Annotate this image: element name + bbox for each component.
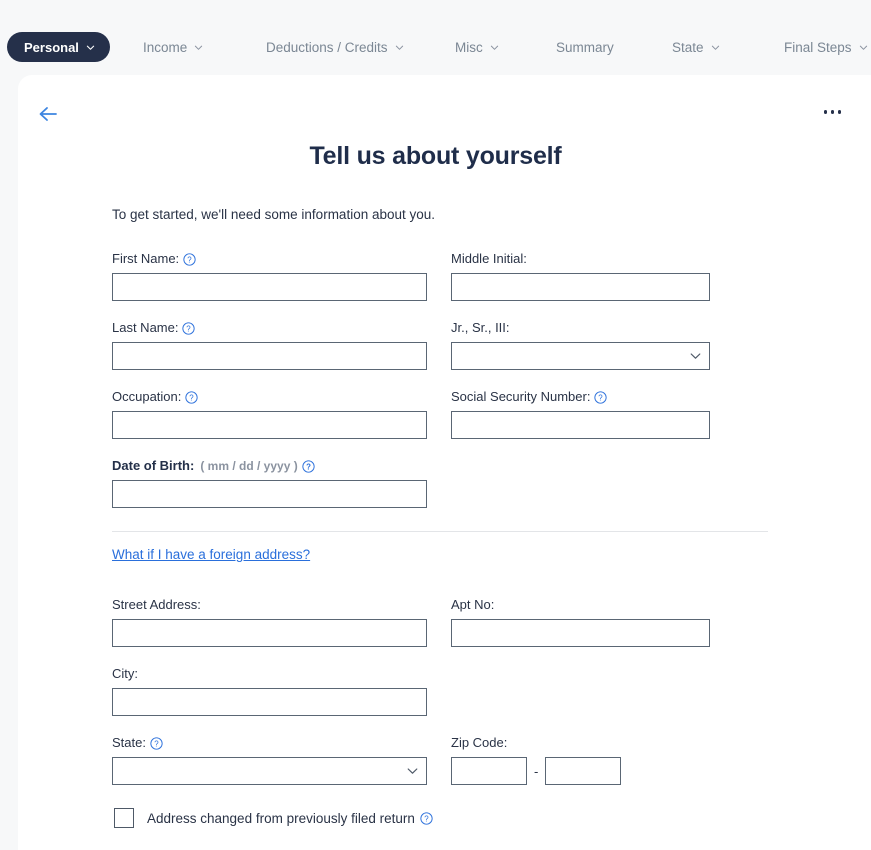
- state-select[interactable]: [112, 757, 427, 785]
- address-changed-label: Address changed from previously filed re…: [147, 811, 433, 826]
- first-name-input[interactable]: [112, 273, 427, 301]
- middle-initial-input[interactable]: [451, 273, 710, 301]
- first-name-label: First Name: ?: [112, 251, 427, 267]
- ssn-label-text: Social Security Number:: [451, 389, 591, 404]
- field-ssn: Social Security Number: ?: [451, 389, 710, 439]
- section-divider: [112, 531, 768, 532]
- svg-text:?: ?: [187, 255, 192, 264]
- field-street-address: Street Address:: [112, 597, 427, 647]
- date-of-birth-label: Date of Birth: ( mm / dd / yyyy ) ?: [112, 458, 427, 474]
- apt-no-label: Apt No:: [451, 597, 710, 613]
- date-of-birth-label-text: Date of Birth:: [112, 458, 195, 473]
- field-last-name: Last Name: ?: [112, 320, 427, 370]
- address-changed-checkbox[interactable]: [114, 808, 134, 828]
- help-icon[interactable]: ?: [182, 322, 196, 335]
- street-address-input[interactable]: [112, 619, 427, 647]
- help-icon[interactable]: ?: [183, 253, 196, 266]
- last-name-label: Last Name: ?: [112, 320, 427, 336]
- apt-no-input[interactable]: [451, 619, 710, 647]
- last-name-label-text: Last Name:: [112, 320, 179, 335]
- zip-code-last-input[interactable]: [545, 757, 622, 785]
- help-icon[interactable]: ?: [185, 391, 199, 404]
- city-label: City:: [112, 666, 427, 682]
- zip-code-group: -: [451, 757, 710, 785]
- last-name-input[interactable]: [112, 342, 427, 370]
- field-date-of-birth: Date of Birth: ( mm / dd / yyyy ) ?: [112, 458, 427, 508]
- street-address-label-text: Street Address:: [112, 597, 201, 612]
- state-label: State: ?: [112, 735, 427, 751]
- city-label-text: City:: [112, 666, 138, 681]
- svg-text:?: ?: [599, 393, 604, 402]
- field-first-name: First Name: ?: [112, 251, 427, 301]
- field-city: City:: [112, 666, 427, 716]
- address-changed-label-text: Address changed from previously filed re…: [147, 810, 415, 826]
- personal-info-form: First Name: ? Middle Initial: Last Name:…: [0, 0, 871, 850]
- help-icon[interactable]: ?: [150, 737, 163, 750]
- field-apt-no: Apt No:: [451, 597, 710, 647]
- zip-code-separator: -: [534, 763, 539, 779]
- help-icon[interactable]: ?: [420, 812, 433, 825]
- zip-code-label: Zip Code:: [451, 735, 710, 751]
- help-icon[interactable]: ?: [594, 391, 608, 404]
- address-changed-row: Address changed from previously filed re…: [114, 808, 433, 828]
- field-middle-initial: Middle Initial:: [451, 251, 710, 301]
- ssn-input[interactable]: [451, 411, 710, 439]
- middle-initial-label-text: Middle Initial:: [451, 251, 527, 266]
- first-name-label-text: First Name:: [112, 251, 180, 266]
- help-icon[interactable]: ?: [302, 460, 315, 473]
- date-of-birth-format-hint: ( mm / dd / yyyy ): [200, 459, 298, 473]
- suffix-select[interactable]: [451, 342, 710, 370]
- field-state: State: ?: [112, 735, 427, 785]
- svg-text:?: ?: [154, 739, 159, 748]
- suffix-label-text: Jr., Sr., III:: [451, 320, 510, 335]
- foreign-address-link[interactable]: What if I have a foreign address?: [112, 547, 310, 562]
- date-of-birth-input[interactable]: [112, 480, 427, 508]
- state-label-text: State:: [112, 735, 146, 750]
- apt-no-label-text: Apt No:: [451, 597, 495, 612]
- occupation-label-text: Occupation:: [112, 389, 182, 404]
- suffix-label: Jr., Sr., III:: [451, 320, 710, 336]
- occupation-label: Occupation: ?: [112, 389, 427, 405]
- svg-text:?: ?: [424, 814, 429, 823]
- occupation-input[interactable]: [112, 411, 427, 439]
- field-occupation: Occupation: ?: [112, 389, 427, 439]
- field-zip-code: Zip Code: -: [451, 735, 710, 785]
- middle-initial-label: Middle Initial:: [451, 251, 710, 267]
- ssn-label: Social Security Number: ?: [451, 389, 710, 405]
- svg-text:?: ?: [190, 393, 195, 402]
- street-address-label: Street Address:: [112, 597, 427, 613]
- zip-code-label-text: Zip Code:: [451, 735, 508, 750]
- field-suffix: Jr., Sr., III:: [451, 320, 710, 370]
- svg-text:?: ?: [187, 324, 192, 333]
- zip-code-first-input[interactable]: [451, 757, 527, 785]
- svg-text:?: ?: [306, 462, 311, 471]
- city-input[interactable]: [112, 688, 427, 716]
